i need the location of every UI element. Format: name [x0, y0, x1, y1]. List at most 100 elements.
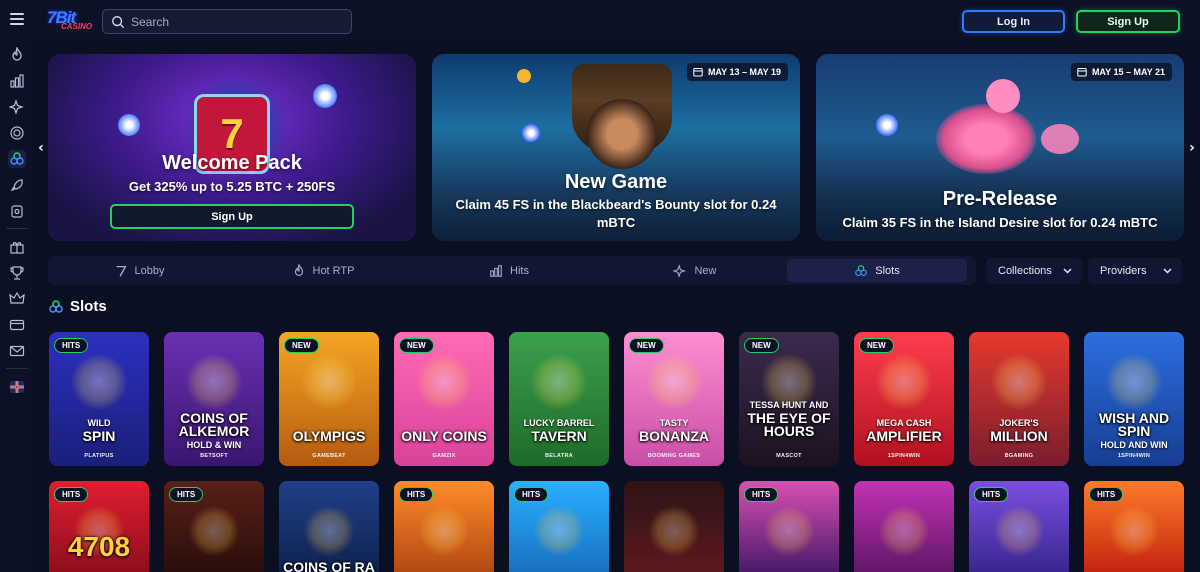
target-icon[interactable] — [8, 124, 26, 142]
status-badge: HITS — [54, 338, 89, 353]
category-nav: Lobby Hot RTP Hits New Slots — [48, 256, 976, 285]
game-tile[interactable]: NEW TASTY BONANZA BOOMING GAMES — [624, 332, 724, 466]
game-tile[interactable]: HITS — [164, 481, 264, 572]
game-title: AMPLIFIER — [866, 428, 942, 444]
flamingo-head — [986, 79, 1020, 113]
status-badge: HITS — [514, 487, 549, 502]
chevron-down-icon — [1163, 268, 1172, 274]
game-provider: BELATRA — [545, 453, 573, 459]
collections-dropdown[interactable]: Collections — [986, 258, 1082, 284]
dropdown-label: Providers — [1100, 265, 1147, 277]
game-title: COINS OF RA — [283, 559, 375, 572]
game-tile[interactable]: HITS — [509, 481, 609, 572]
tab-hot-rtp[interactable]: Hot RTP — [232, 259, 414, 282]
flag-icon[interactable] — [8, 378, 26, 396]
carousel-prev-icon[interactable]: ‹ — [35, 140, 47, 156]
game-provider: 1SPIN4WIN — [887, 453, 921, 459]
banner-pre-release[interactable]: MAY 15 – MAY 21 Pre-Release Claim 35 FS … — [816, 54, 1184, 241]
game-provider: PLATIPUS — [84, 453, 114, 459]
banner-new-game[interactable]: MAY 13 – MAY 19 New Game Claim 45 FS in … — [432, 54, 800, 241]
game-subtitle: HOLD & WIN — [186, 440, 242, 450]
mail-icon[interactable] — [8, 342, 26, 360]
tab-hits[interactable]: Hits — [418, 259, 600, 282]
game-tile[interactable]: WISH AND SPIN HOLD AND WIN 1SPIN4WIN — [1084, 332, 1184, 466]
tab-label: Hot RTP — [312, 264, 355, 277]
status-badge: NEW — [859, 338, 894, 353]
flame-icon[interactable] — [8, 46, 26, 64]
search-box[interactable] — [102, 9, 352, 34]
carousel-next-icon[interactable]: › — [1186, 140, 1198, 156]
game-subtitle: HOLD AND WIN — [1100, 440, 1168, 450]
game-artwork — [186, 354, 242, 410]
pirate-face — [587, 99, 657, 169]
chip-icon — [313, 84, 337, 108]
game-tile[interactable]: HITS — [394, 481, 494, 572]
tab-label: New — [694, 264, 717, 277]
game-tile[interactable]: HITS WILD SPIN PLATIPUS — [49, 332, 149, 466]
game-tile[interactable]: COINS OF RA — [279, 481, 379, 572]
trophy-icon[interactable] — [8, 264, 26, 282]
game-title: BONANZA — [639, 428, 709, 444]
live-icon[interactable] — [8, 202, 26, 220]
game-artwork — [879, 506, 929, 556]
game-tile[interactable]: HITS 4708 — [49, 481, 149, 572]
providers-dropdown[interactable]: Providers — [1088, 258, 1182, 284]
game-artwork — [1109, 506, 1159, 556]
status-badge: HITS — [54, 487, 89, 502]
game-title: THE EYE OF HOURS — [747, 410, 831, 439]
slots-icon[interactable] — [8, 150, 26, 168]
game-artwork — [646, 354, 702, 410]
game-tile[interactable]: NEW MEGA CASH AMPLIFIER 1SPIN4WIN — [854, 332, 954, 466]
tab-lobby[interactable]: Lobby — [48, 259, 230, 282]
signup-button[interactable]: Sign Up — [1076, 10, 1180, 33]
banner-signup-button[interactable]: Sign Up — [110, 204, 354, 229]
chart-icon[interactable] — [8, 72, 26, 90]
game-provider: 1SPIN4WIN — [1117, 453, 1151, 459]
game-provider: BETSOFT — [200, 453, 228, 459]
slots-icon — [855, 264, 868, 276]
game-artwork — [991, 354, 1047, 410]
search-input[interactable] — [131, 14, 331, 29]
game-tile[interactable]: HITS — [1084, 481, 1184, 572]
banner-title: New Game — [564, 171, 668, 193]
banner-subtitle: Claim 45 FS in the Blackbeard's Bounty s… — [455, 197, 777, 230]
menu-icon[interactable] — [10, 13, 24, 25]
game-tile[interactable] — [624, 481, 724, 572]
game-artwork — [649, 506, 699, 556]
login-button[interactable]: Log In — [962, 10, 1065, 33]
tab-slots[interactable]: Slots — [787, 259, 967, 282]
status-badge: NEW — [744, 338, 779, 353]
banner-welcome-pack[interactable]: 7 Welcome Pack Get 325% up to 5.25 BTC +… — [48, 54, 416, 241]
chart-icon — [490, 264, 502, 277]
gift-icon[interactable] — [8, 238, 26, 256]
game-tile[interactable]: LUCKY BARREL TAVERN BELATRA — [509, 332, 609, 466]
status-badge: HITS — [744, 487, 779, 502]
game-tile[interactable]: NEW ONLY COINS GAMZIX — [394, 332, 494, 466]
game-tile[interactable] — [854, 481, 954, 572]
game-tile[interactable]: HITS — [739, 481, 839, 572]
crown-icon[interactable] — [8, 290, 26, 308]
game-tile[interactable]: HITS — [969, 481, 1069, 572]
logo[interactable]: 7Bit CASINO — [47, 8, 93, 34]
game-provider: MASCOT — [776, 453, 802, 459]
flame-icon — [294, 263, 303, 276]
tab-new[interactable]: New — [604, 259, 786, 282]
game-tile[interactable]: JOKER'S MILLION BGAMING — [969, 332, 1069, 466]
calendar-icon — [1077, 68, 1087, 77]
slots-icon — [49, 299, 63, 313]
banner-subtitle: Claim 35 FS in the Island Desire slot fo… — [842, 215, 1158, 230]
game-tile[interactable]: COINS OF ALKEMOR HOLD & WIN BETSOFT — [164, 332, 264, 466]
card-icon[interactable] — [8, 316, 26, 334]
game-artwork — [1106, 354, 1162, 410]
sparkle-icon[interactable] — [8, 98, 26, 116]
game-artwork — [189, 506, 239, 556]
game-subtitle: TESSA HUNT AND — [749, 400, 829, 410]
game-tile[interactable]: NEW TESSA HUNT AND THE EYE OF HOURS MASCOT — [739, 332, 839, 466]
sidebar — [0, 42, 34, 572]
game-artwork — [416, 354, 472, 410]
game-tile[interactable]: NEW OLYMPIGS GAMEBEAT — [279, 332, 379, 466]
game-subtitle: MEGA CASH — [876, 418, 932, 428]
rocket-icon[interactable] — [8, 176, 26, 194]
banner-subtitle: Get 325% up to 5.25 BTC + 250FS — [128, 179, 336, 194]
tab-label: Slots — [875, 264, 900, 277]
